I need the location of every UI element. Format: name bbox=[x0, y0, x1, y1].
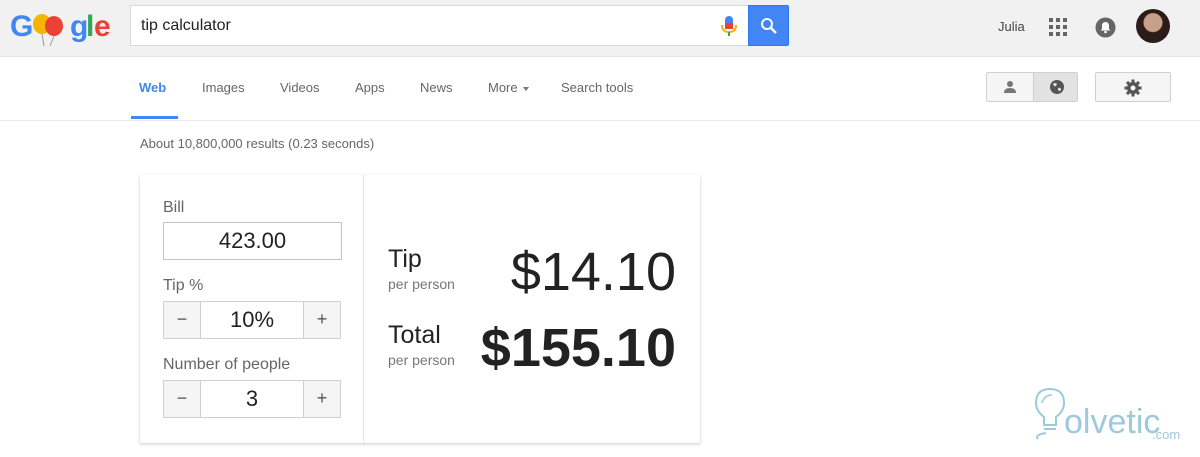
tab-web[interactable]: Web bbox=[139, 80, 166, 95]
people-label: Number of people bbox=[163, 356, 291, 373]
tip-percent-value: 10% bbox=[229, 307, 275, 332]
tip-calculator-card: Bill Tip % − 10% + Number of people − 3 … bbox=[140, 175, 700, 443]
person-icon bbox=[1004, 81, 1016, 93]
solvetic-watermark: olvetic .com bbox=[1030, 385, 1190, 447]
settings-button[interactable] bbox=[1095, 72, 1171, 102]
logo-letter-g2: g bbox=[70, 10, 88, 43]
tip-title: Tip bbox=[388, 245, 422, 273]
watermark-text: olvetic bbox=[1064, 403, 1161, 441]
chevron-down-icon bbox=[522, 86, 529, 91]
tab-apps[interactable]: Apps bbox=[355, 80, 385, 95]
search-icon bbox=[761, 18, 777, 34]
avatar[interactable] bbox=[1136, 9, 1170, 43]
globe-icon bbox=[1050, 80, 1064, 94]
gear-icon bbox=[1124, 79, 1142, 97]
tip-amount: $14.10 bbox=[510, 242, 676, 302]
tip-per-person-label: per person bbox=[388, 276, 455, 292]
tab-news[interactable]: News bbox=[420, 80, 453, 95]
search-button[interactable] bbox=[748, 5, 789, 46]
tab-more-label: More bbox=[488, 80, 518, 95]
result-stats: About 10,800,000 results (0.23 seconds) bbox=[140, 136, 375, 151]
user-name-link[interactable]: Julia bbox=[998, 19, 1025, 34]
search-nav: Web Images Videos Apps News More Search … bbox=[0, 57, 1200, 121]
microphone-icon[interactable] bbox=[719, 15, 739, 37]
search-box bbox=[130, 5, 749, 46]
personal-results-button[interactable] bbox=[987, 73, 1033, 101]
logo-letter-e: e bbox=[94, 10, 111, 43]
total-per-person-label: per person bbox=[388, 352, 455, 368]
calculator-results: Tip per person $14.10 Total per person $… bbox=[365, 175, 700, 443]
google-doodle-logo[interactable]: G g l e bbox=[10, 8, 114, 48]
logo-letter-l: l bbox=[86, 10, 94, 43]
tab-more[interactable]: More bbox=[488, 80, 529, 95]
bill-label: Bill bbox=[163, 199, 185, 216]
people-increase-button[interactable]: + bbox=[303, 381, 340, 417]
notifications-icon[interactable] bbox=[1095, 17, 1116, 38]
tip-percent-label: Tip % bbox=[163, 277, 204, 294]
total-title: Total bbox=[388, 321, 441, 349]
global-results-button[interactable] bbox=[1033, 73, 1077, 101]
people-decrease-button[interactable]: − bbox=[164, 381, 201, 417]
calculator-inputs: Bill Tip % − 10% + Number of people − 3 … bbox=[140, 175, 364, 443]
tip-percent-stepper: − 10% + bbox=[163, 301, 341, 339]
apps-grid-icon[interactable] bbox=[1048, 17, 1068, 37]
tip-decrease-button[interactable]: − bbox=[164, 302, 201, 338]
people-stepper: − 3 + bbox=[163, 380, 341, 418]
tab-search-tools[interactable]: Search tools bbox=[561, 80, 633, 95]
personal-results-toggle bbox=[986, 72, 1078, 102]
tip-increase-button[interactable]: + bbox=[303, 302, 340, 338]
total-amount: $155.10 bbox=[480, 318, 676, 378]
tab-videos[interactable]: Videos bbox=[280, 80, 320, 95]
bill-input[interactable] bbox=[163, 222, 342, 260]
people-value: 3 bbox=[245, 386, 259, 411]
top-bar: G g l e Julia bbox=[0, 0, 1200, 57]
tab-images[interactable]: Images bbox=[202, 80, 245, 95]
watermark-suffix: .com bbox=[1152, 427, 1181, 442]
active-tab-indicator bbox=[131, 116, 178, 119]
search-input[interactable] bbox=[141, 6, 701, 45]
